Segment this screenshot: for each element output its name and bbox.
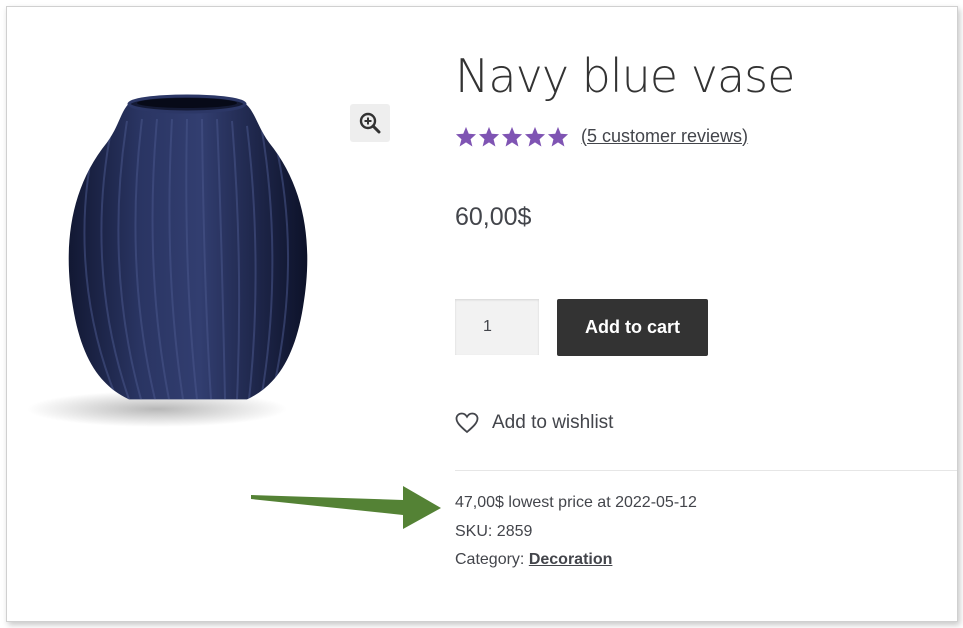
product-price: 60,00$ [455,203,532,231]
star-icon [455,126,477,147]
product-gallery [17,47,390,467]
product-rating: (5 customer reviews) [455,124,748,148]
heart-icon [455,412,479,434]
wishlist-label: Add to wishlist [492,412,614,433]
product-image[interactable] [17,87,337,427]
star-icon [524,126,546,147]
star-rating [455,126,569,147]
zoom-button[interactable] [350,104,390,142]
product-summary: Navy blue vase (5 customer reviews) 60,0… [455,7,957,621]
divider [455,470,957,471]
product-title: Navy blue vase [455,49,795,103]
sku-info: SKU: 2859 [455,523,532,541]
customer-reviews-link[interactable]: (5 customer reviews) [581,126,748,147]
sku-label: SKU: [455,523,493,540]
category-info: Category: Decoration [455,551,612,569]
add-to-wishlist-link[interactable]: Add to wishlist [455,412,613,434]
arrow-annotation [251,486,441,529]
category-link[interactable]: Decoration [529,551,613,568]
add-to-cart-button[interactable]: Add to cart [557,299,708,356]
star-icon [478,126,500,147]
lowest-price-info: 47,00$ lowest price at 2022-05-12 [455,494,697,511]
category-label: Category: [455,551,525,568]
star-icon [547,126,569,147]
star-icon [501,126,523,147]
sku-value: 2859 [496,523,533,540]
quantity-input[interactable] [455,299,539,355]
zoom-in-icon [359,112,381,134]
page-frame: Navy blue vase (5 customer reviews) 60,0… [6,6,958,622]
